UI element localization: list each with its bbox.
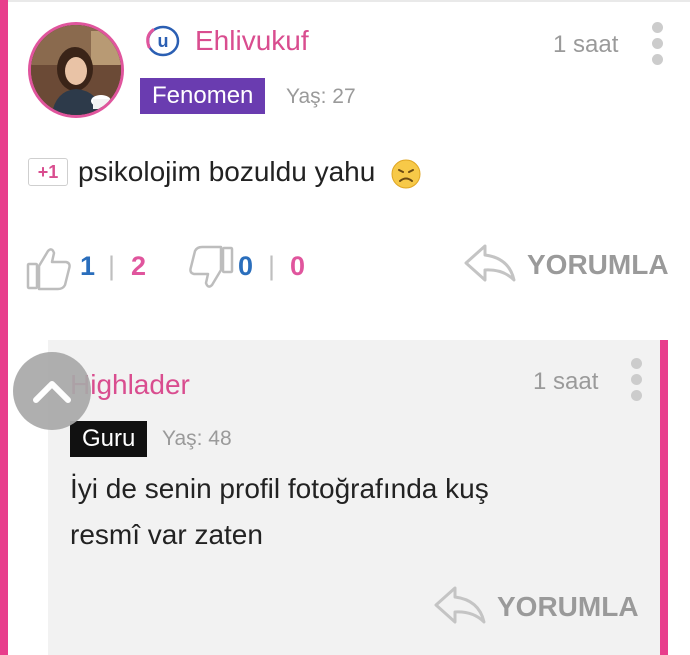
kebab-icon[interactable]	[631, 358, 643, 406]
comment-username[interactable]: Ehlivukuf	[195, 24, 309, 58]
thumbs-up-icon[interactable]	[26, 245, 72, 291]
disappointed-face-icon	[391, 159, 421, 189]
like-count: 1	[80, 251, 96, 281]
svg-text:u: u	[158, 31, 169, 51]
thumbs-down-icon[interactable]	[186, 245, 234, 291]
like-count-secondary: 2	[131, 251, 147, 281]
scroll-top-button[interactable]	[13, 352, 91, 430]
plus-one-tag: +1	[28, 158, 68, 186]
reply-arrow-icon[interactable]	[433, 585, 487, 625]
reply-time: 1 saat	[533, 368, 599, 395]
reply-button[interactable]: YORUMLA	[527, 248, 669, 282]
reply-arrow-icon[interactable]	[463, 243, 517, 283]
comment-body: psikolojim bozuldu yahu	[78, 156, 376, 187]
u-logo-icon: u	[146, 25, 180, 57]
dislike-separator: |	[268, 251, 276, 281]
reply-accent-bar	[660, 340, 668, 655]
kebab-icon[interactable]	[652, 22, 664, 70]
dislike-count: 0	[238, 251, 254, 281]
comment-text: psikolojim bozuldu yahu	[78, 149, 421, 195]
chevron-up-icon	[33, 381, 71, 403]
like-separator: |	[108, 251, 116, 281]
user-age: Yaş: 27	[286, 85, 356, 108]
reply-text-line-1: İyi de senin profil fotoğrafında kuş	[70, 473, 489, 504]
avatar[interactable]	[28, 22, 124, 118]
divider	[8, 0, 690, 2]
comment-time: 1 saat	[553, 31, 619, 58]
reply-reply-button[interactable]: YORUMLA	[497, 590, 639, 624]
fenomen-badge: Fenomen	[140, 78, 266, 114]
dislike-count-secondary: 0	[290, 251, 306, 281]
comment-accent-bar	[0, 0, 8, 655]
reply-user-age: Yaş: 48	[162, 427, 232, 450]
reply-text-line-2: resmî var zaten	[70, 519, 263, 550]
guru-badge: Guru	[70, 421, 148, 457]
